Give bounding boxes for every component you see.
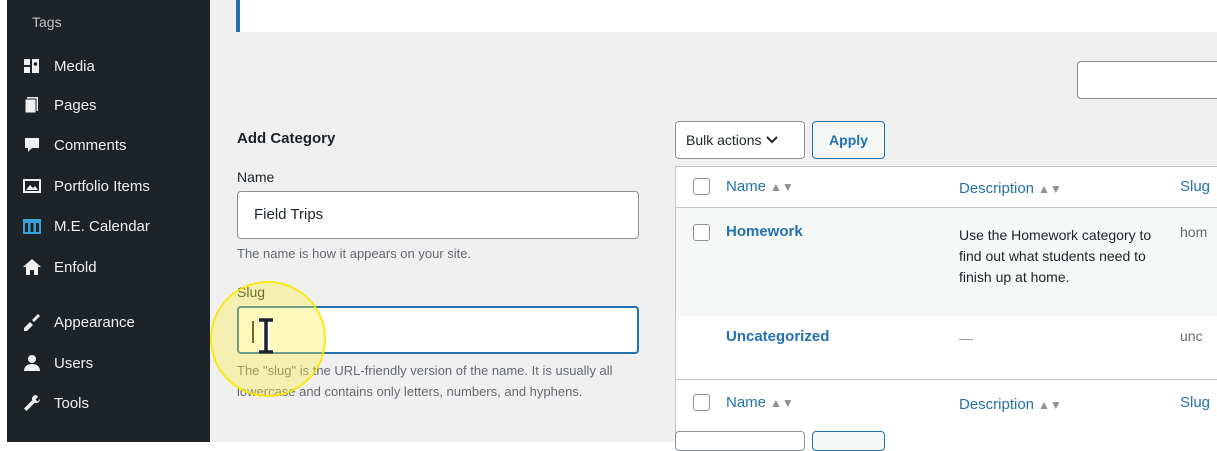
- category-name-link[interactable]: Uncategorized: [726, 328, 829, 345]
- apply-button-bottom[interactable]: [812, 431, 885, 451]
- sort-icon: ▲▼: [1038, 182, 1062, 196]
- name-field[interactable]: Field Trips: [237, 191, 639, 239]
- category-slug: hom: [1180, 224, 1208, 240]
- category-name-link[interactable]: Homework: [726, 223, 803, 240]
- sidebar-item-label: Users: [54, 354, 94, 372]
- sidebar-item-label: Tools: [54, 394, 90, 412]
- footer-header-description[interactable]: Description ▲▼: [959, 394, 1062, 416]
- sidebar-item-portfolio[interactable]: Portfolio Items: [22, 168, 210, 204]
- bulk-actions-select[interactable]: Bulk actions: [675, 121, 805, 159]
- header-name[interactable]: Name ▲▼: [726, 178, 794, 195]
- category-description: Use the Homework category to find out wh…: [959, 227, 1152, 285]
- appearance-icon: [22, 312, 42, 332]
- sidebar-item-enfold[interactable]: Enfold: [22, 249, 210, 285]
- sidebar-item-media[interactable]: Media: [22, 48, 210, 84]
- header-description[interactable]: Description ▲▼: [959, 178, 1062, 200]
- sidebar-item-tools[interactable]: Tools: [22, 385, 210, 421]
- bulk-actions-select-bottom[interactable]: [675, 431, 805, 451]
- tools-icon: [22, 393, 42, 413]
- name-label: Name: [237, 169, 275, 185]
- row-checkbox[interactable]: [693, 224, 710, 241]
- header-slug[interactable]: Slug: [1180, 178, 1210, 195]
- header-description-label: Description: [959, 180, 1035, 197]
- sidebar-item-tags[interactable]: Tags: [32, 14, 62, 30]
- footer-header-name[interactable]: Name ▲▼: [726, 394, 794, 411]
- bulk-actions-label: Bulk actions: [686, 132, 762, 148]
- header-name-label: Name: [726, 178, 767, 195]
- chevron-down-icon: [766, 132, 779, 148]
- sidebar-item-pages[interactable]: Pages: [22, 87, 210, 123]
- sort-icon: ▲▼: [1038, 398, 1062, 412]
- categories-table: Name ▲▼ Description ▲▼ Slug Homework Use t…: [675, 166, 1217, 442]
- apply-button[interactable]: Apply: [812, 121, 885, 159]
- media-icon: [22, 56, 42, 76]
- footer-name-label: Name: [726, 394, 767, 411]
- name-help-text: The name is how it appears on your site.: [237, 246, 472, 261]
- sort-icon: ▲▼: [770, 396, 794, 410]
- table-row: Uncategorized — unc: [676, 316, 1217, 380]
- footer-description-label: Description: [959, 396, 1035, 413]
- category-slug: unc: [1180, 328, 1203, 344]
- sidebar-item-label: Appearance: [54, 313, 135, 331]
- sidebar-edge: [0, 0, 7, 442]
- sidebar-item-users[interactable]: Users: [22, 345, 210, 381]
- footer-header-slug[interactable]: Slug: [1180, 394, 1210, 411]
- sort-icon: ▲▼: [770, 180, 794, 194]
- sidebar-item-label: Enfold: [54, 258, 97, 276]
- sidebar-item-appearance[interactable]: Appearance: [22, 304, 210, 340]
- sidebar-item-comments[interactable]: Comments: [22, 127, 210, 163]
- portfolio-icon: [22, 176, 42, 196]
- admin-notice: [236, 0, 1217, 32]
- sidebar-item-label: Comments: [54, 136, 127, 154]
- table-row: Homework Use the Homework category to fi…: [676, 208, 1217, 316]
- sidebar-item-label: Media: [54, 57, 95, 75]
- form-title: Add Category: [237, 130, 336, 147]
- admin-sidebar: Tags Media Pages Comments Portfolio Item…: [0, 0, 210, 442]
- table-footer-header: Name ▲▼ Description ▲▼ Slug: [676, 380, 1217, 421]
- home-icon: [22, 257, 42, 277]
- select-all-checkbox[interactable]: [693, 178, 710, 195]
- ibeam-cursor-icon: [256, 316, 276, 359]
- sidebar-item-label: Portfolio Items: [54, 177, 150, 195]
- sidebar-item-label: M.E. Calendar: [54, 217, 150, 235]
- sidebar-item-label: Pages: [54, 96, 97, 114]
- table-header: Name ▲▼ Description ▲▼ Slug: [676, 167, 1217, 208]
- calendar-icon: [22, 216, 42, 236]
- select-all-checkbox-footer[interactable]: [693, 394, 710, 411]
- users-icon: [22, 353, 42, 373]
- category-description: —: [959, 330, 973, 346]
- search-input[interactable]: [1077, 61, 1217, 99]
- sidebar-item-calendar[interactable]: M.E. Calendar: [22, 208, 210, 244]
- comments-icon: [22, 135, 42, 155]
- pages-icon: [22, 95, 42, 115]
